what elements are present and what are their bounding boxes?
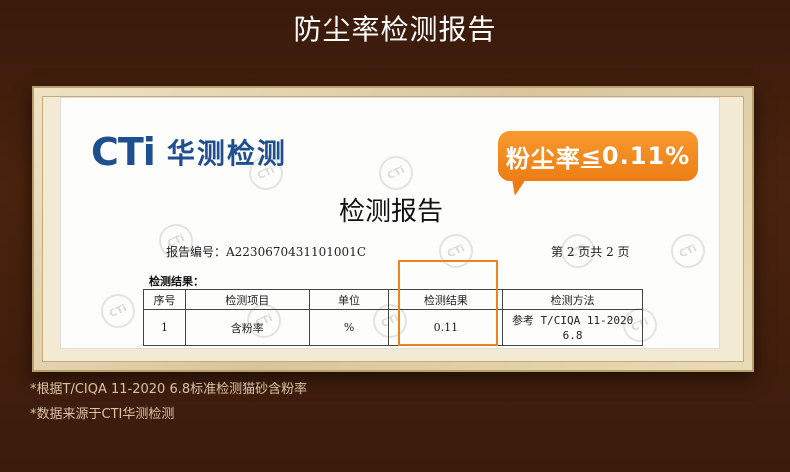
table-header: 单位 — [308, 289, 390, 310]
table-cell: 参考 T/CIQA 11-2020 6.8 — [502, 309, 643, 346]
table-header: 检测项目 — [184, 289, 310, 310]
cti-logo: CTi 华测检测 — [91, 130, 287, 174]
document-title: 检测报告 — [338, 197, 443, 227]
table-cell: % — [308, 309, 390, 346]
badge-value: 0.11% — [601, 142, 691, 170]
dust-rate-badge: 粉尘率 ≤0.11% — [498, 131, 698, 181]
page-number: 第 2 页共 2 页 — [551, 245, 630, 259]
cti-watermark: CTi — [665, 228, 711, 274]
table-cell: 含粉率 — [184, 309, 310, 346]
results-table: 序号 检测项目 单位 检测结果 检测方法 1 含粉率 % 0.11 参考 T/C… — [143, 289, 643, 346]
table-row: 1 含粉率 % 0.11 参考 T/CIQA 11-2020 6.8 — [143, 309, 643, 346]
badge-symbol: ≤ — [580, 142, 602, 170]
logo-cn-name: 华测检测 — [166, 137, 287, 170]
report-number: 报告编号：A2230670431101001C — [166, 245, 367, 259]
footnote-source: *数据来源于CTI华测检测 — [30, 407, 175, 422]
results-label: 检测结果： — [149, 275, 204, 288]
badge-prefix: 粉尘率 — [505, 144, 581, 173]
table-cell: 1 — [143, 309, 186, 346]
footnote-standard: *根据T/CIQA 11-2020 6.8标准检测猫砂含粉率 — [30, 382, 308, 397]
table-header: 序号 — [143, 289, 186, 310]
logo-brand: CTi — [91, 130, 156, 174]
result-highlight-box — [398, 260, 498, 346]
cti-watermark: CTi — [373, 150, 419, 196]
page-heading: 防尘率检测报告 — [293, 13, 497, 46]
table-header: 检测方法 — [502, 289, 643, 310]
cti-watermark: CTi — [95, 288, 141, 334]
table-header-row: 序号 检测项目 单位 检测结果 检测方法 — [143, 289, 643, 310]
